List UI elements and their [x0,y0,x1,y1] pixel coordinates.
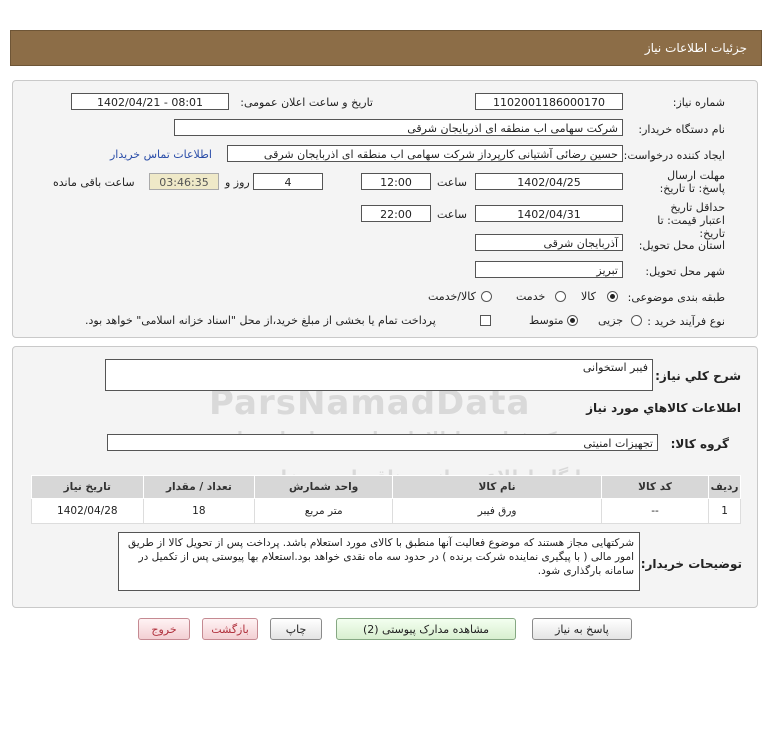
price-validity-label: حداقل تاریخ اعتبار قیمت: تا تاریخ: [657,201,725,240]
remaining-time-field: 03:46:35 [149,173,219,190]
page-header: جزئیات اطلاعات نیاز [10,30,762,66]
purchase-option-minor: جزیی [598,314,624,327]
need-number-field: 1102001186000170 [475,93,623,110]
price-time-field: 22:00 [361,205,431,222]
province-field: آذربایجان شرقی [475,234,623,251]
category-radio-service[interactable] [555,291,566,302]
items-table: ردیف کد کالا نام کالا واحد شمارش تعداد /… [31,475,741,524]
attachments-button[interactable]: مشاهده مدارک پیوستی (2) [336,618,516,640]
purchase-option-medium: متوسط [529,314,564,327]
goods-group-field: تجهیزات امنیتی [107,434,658,451]
reply-button[interactable]: پاسخ به نیاز [532,618,632,640]
price-date-field: 1402/04/31 [475,205,623,222]
back-button[interactable]: بازگشت [202,618,258,640]
city-field: تبریز [475,261,623,278]
col-unit: واحد شمارش [254,475,394,499]
print-button[interactable]: چاپ [270,618,322,640]
cell-date: 1402/04/28 [31,498,144,524]
col-code: کد کالا [600,475,710,499]
price-time-label: ساعت [437,208,467,221]
buyer-org-field: شرکت سهامی اب منطقه ای اذربایجان شرقی [174,119,623,136]
reply-deadline-label: مهلت ارسال پاسخ: تا تاریخ: [659,169,725,195]
category-option-service: خدمت [516,290,546,303]
announce-label: تاریخ و ساعت اعلان عمومی: [240,96,373,109]
cell-code: -- [600,498,710,524]
requester-field: حسین رضائی آشتیانی کارپرداز شرکت سهامی ا… [227,145,623,162]
purchase-radio-minor[interactable] [631,315,642,326]
col-date: تاریخ نیاز [31,475,144,499]
category-option-both: کالا/خدمت [428,290,476,303]
buyer-notes-label: توضیحات خریدار: [640,557,742,571]
buyer-notes-field: شرکتهایی مجاز هستند که موضوع فعالیت آنها… [118,532,640,591]
goods-info-title: اطلاعات کالاهاي مورد نياز [586,401,741,415]
treasury-checkbox[interactable] [480,315,491,326]
col-name: نام کالا [392,475,602,499]
col-row: ردیف [708,475,741,499]
reply-time-field: 12:00 [361,173,431,190]
details-panel: شماره نیاز: 1102001186000170 تاریخ و ساع… [12,80,758,338]
items-table-header: ردیف کد کالا نام کالا واحد شمارش تعداد /… [31,475,741,499]
purchase-radio-medium[interactable] [567,315,578,326]
cell-qty: 18 [142,498,256,524]
treasury-note: پرداخت تمام یا بخشی از مبلغ خرید،از محل … [85,314,436,327]
requester-label: ایجاد کننده درخواست: [623,149,725,162]
announce-field: 1402/04/21 - 08:01 [71,93,229,110]
province-label: استان محل تحویل: [638,239,725,252]
page-title: جزئیات اطلاعات نیاز [644,41,747,55]
days-field: 4 [253,173,323,190]
purchase-type-label: نوع فرآیند خرید : [647,315,725,328]
reply-date-field: 1402/04/25 [475,173,623,190]
need-number-label: شماره نیاز: [672,96,725,109]
col-qty: تعداد / مقدار [142,475,256,499]
cell-unit: متر مربع [254,498,394,524]
buyer-org-label: نام دستگاه خریدار: [638,123,725,136]
goods-group-label: گروه کالا: [670,437,729,451]
category-label: طبقه بندی موضوعی: [627,291,725,304]
category-radio-both[interactable] [481,291,492,302]
days-label: روز و [225,176,250,189]
exit-button[interactable]: خروج [138,618,190,640]
remaining-label: ساعت باقی مانده [53,176,135,189]
summary-label: شرح کلي نياز: [655,369,741,383]
cell-name: ورق فیبر [392,498,602,524]
category-radio-goods[interactable] [607,291,618,302]
reply-time-label: ساعت [437,176,467,189]
cell-row: 1 [708,498,741,524]
category-option-goods: کالا [581,290,596,303]
table-row: 1 -- ورق فیبر متر مربع 18 1402/04/28 [31,498,741,524]
city-label: شهر محل تحویل: [645,265,725,278]
summary-field: فیبر استخوانی [105,359,653,391]
buyer-contact-link[interactable]: اطلاعات تماس خریدار [110,148,212,161]
